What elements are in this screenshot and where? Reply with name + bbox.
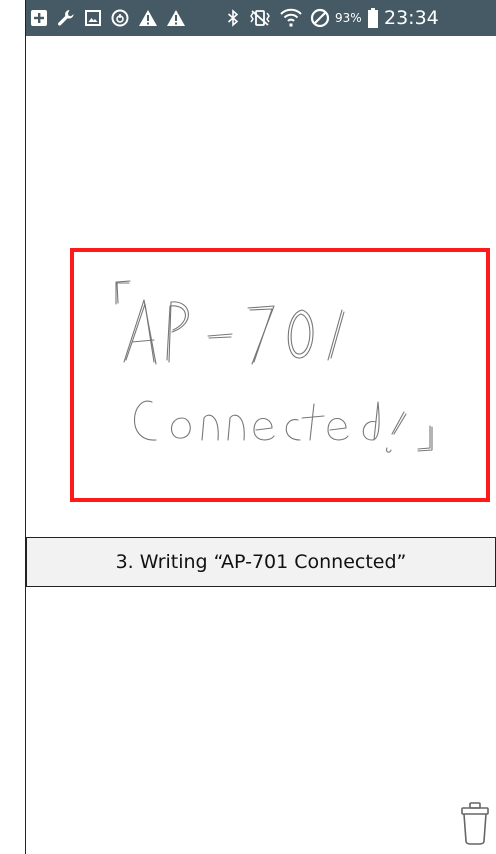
handwriting-canvas[interactable] bbox=[70, 248, 490, 502]
battery-icon bbox=[366, 0, 380, 36]
phone-screen: 93% 23:34 3. Writing “AP-701 Connected” bbox=[0, 0, 496, 854]
clock: 23:34 bbox=[384, 7, 439, 29]
blocked-icon bbox=[308, 0, 332, 36]
sync-icon bbox=[108, 0, 132, 36]
image-icon bbox=[82, 0, 104, 36]
warning-icon bbox=[164, 0, 188, 36]
left-border bbox=[0, 0, 26, 854]
caption: 3. Writing “AP-701 Connected” bbox=[26, 537, 496, 587]
vibrate-icon bbox=[246, 0, 274, 36]
warning-icon bbox=[136, 0, 160, 36]
caption-text: 3. Writing “AP-701 Connected” bbox=[115, 551, 407, 573]
add-icon bbox=[28, 0, 50, 36]
bluetooth-icon bbox=[224, 0, 242, 36]
trash-icon[interactable] bbox=[454, 797, 496, 849]
wifi-icon bbox=[278, 0, 304, 36]
status-bar: 93% 23:34 bbox=[26, 0, 496, 36]
wrench-icon bbox=[54, 0, 78, 36]
battery-percent: 93% bbox=[335, 11, 362, 25]
handwriting-strokes bbox=[115, 280, 433, 453]
